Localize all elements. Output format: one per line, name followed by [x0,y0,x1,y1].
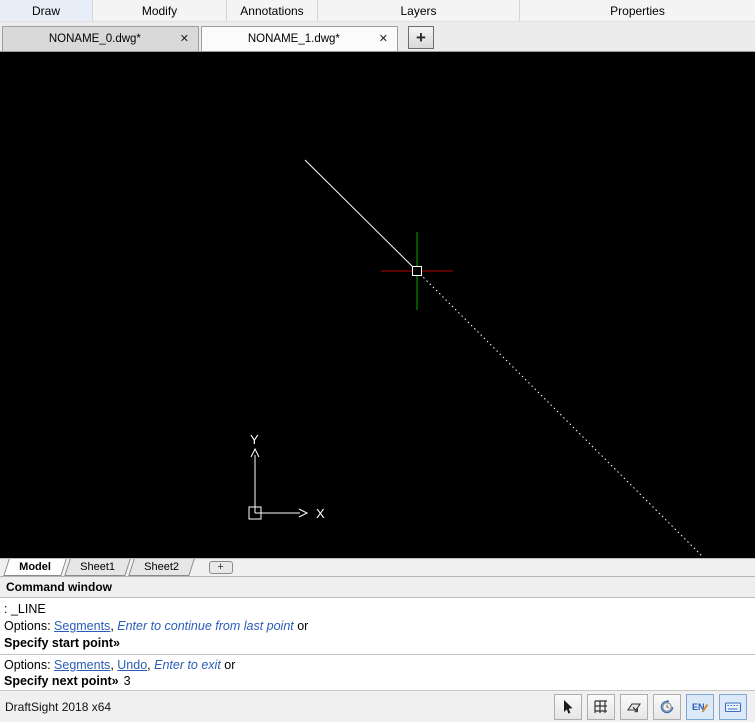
options-label: Options: [4,619,55,633]
plus-icon: + [217,561,224,573]
language-input-button[interactable]: EN [686,693,714,720]
command-options-line-1: Options: Segments, Enter to continue fro… [4,618,755,635]
prompt-next-point-line: Specify next point» 3 [4,673,755,689]
or-text: or [293,619,309,633]
canvas-graphics: Y X [248,159,704,558]
ucs-x-arrowhead [298,508,309,518]
doc-tab-label: NONAME_1.dwg* [247,33,340,45]
drawn-line-solid [304,159,418,272]
orbit-clock-icon [660,699,674,713]
ucs-x-label: X [316,506,325,521]
sheet-tab-label: Model [19,561,51,573]
tab-sheet1[interactable]: Sheet1 [64,559,131,576]
keyboard-layout-button[interactable] [719,693,747,720]
menu-modify[interactable]: Modify [93,0,227,21]
pointer-tool-button[interactable] [554,693,582,720]
enter-exit-link[interactable]: Enter to exit [154,658,221,672]
add-sheet-button[interactable]: + [208,561,233,574]
crosshair-cursor [381,232,453,310]
command-echo-line: : _LINE [4,602,46,616]
command-input-value[interactable]: 3 [124,674,131,688]
sheet-tab-label: Sheet2 [143,561,179,573]
menu-properties[interactable]: Properties [520,0,755,21]
new-document-button[interactable]: + [408,26,434,49]
cursor-icon [564,699,573,714]
options-label: Options: [4,658,55,672]
menu-draw[interactable]: Draw [0,0,93,21]
prompt-start-point: Specify start point» [4,636,120,650]
tab-sheet2[interactable]: Sheet2 [127,559,195,576]
sheet-tab-bar: Model Sheet1 Sheet2 + [0,558,755,576]
menu-layers[interactable]: Layers [318,0,520,21]
sheet-tab-label: Sheet1 [79,561,115,573]
doc-tab-label: NONAME_0.dwg* [48,33,141,45]
grid-toggle-button[interactable] [587,693,615,720]
segments-link[interactable]: Segments [54,658,110,672]
prompt-next-point: Specify next point» [4,674,119,688]
menubar: Draw Modify Annotations Layers Propertie… [0,0,755,22]
segments-link[interactable]: Segments [54,619,110,633]
grid-icon [594,699,607,713]
close-icon[interactable]: ✕ [177,33,192,45]
command-history: : _LINE Options: Segments, Enter to cont… [0,598,755,654]
doc-tab-noname0[interactable]: NONAME_0.dwg* ✕ [2,26,199,51]
command-options-line-2: Options: Segments, Undo, Enter to exit o… [4,657,755,673]
plus-icon: + [416,28,426,47]
ucs-y-label: Y [250,432,259,447]
status-bar: DraftSight 2018 x64 EN [0,690,755,722]
preview-line-dashed [416,270,704,558]
plane-icon [626,702,642,712]
plane-view-button[interactable] [620,693,648,720]
menu-annotations[interactable]: Annotations [227,0,318,21]
enter-continue-link[interactable]: Enter to continue from last point [117,619,293,633]
doc-tab-noname1[interactable]: NONAME_1.dwg* ✕ [201,26,398,51]
command-window-title: Command window [6,580,112,594]
command-window-header[interactable]: Command window [0,576,755,598]
ucs-icon: Y X [248,432,325,521]
pickbox [412,266,422,276]
document-tab-bar: NONAME_0.dwg* ✕ NONAME_1.dwg* ✕ + [0,22,755,52]
close-icon[interactable]: ✕ [376,33,391,45]
command-prompt-area[interactable]: Options: Segments, Undo, Enter to exit o… [0,654,755,690]
status-icon-group: EN [554,693,747,720]
drawing-canvas[interactable]: Y X [0,52,755,558]
language-pencil-icon: EN [692,702,709,712]
app-version-label: DraftSight 2018 x64 [5,699,112,714]
undo-link[interactable]: Undo [117,658,147,672]
keyboard-icon [724,701,742,712]
orbit-rotate-button[interactable] [653,693,681,720]
or-text: or [220,658,236,672]
tab-model[interactable]: Model [3,559,67,576]
